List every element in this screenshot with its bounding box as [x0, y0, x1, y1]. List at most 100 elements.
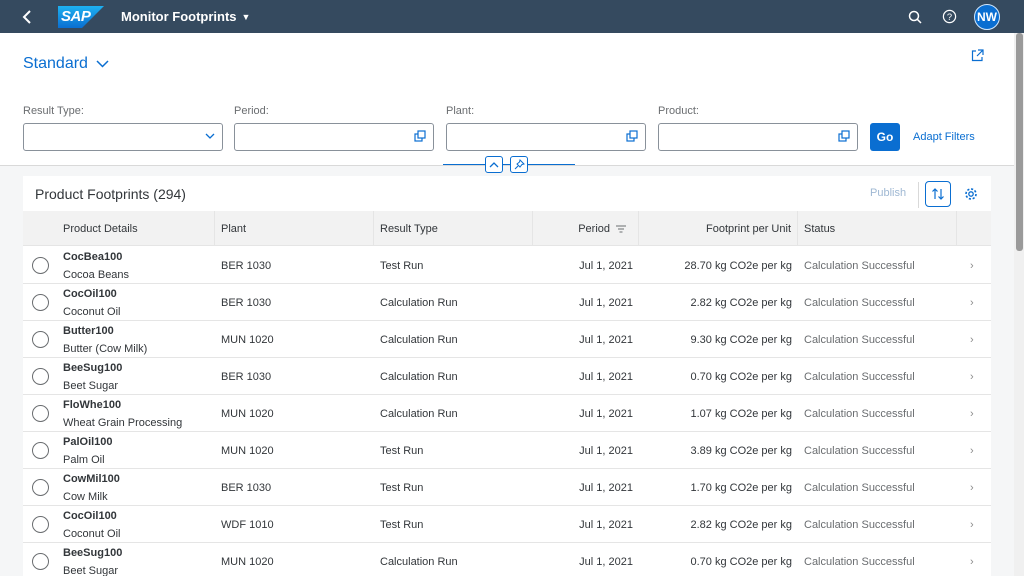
product-input[interactable]	[658, 123, 858, 151]
result-type-cell: Calculation Run	[380, 371, 458, 383]
caret-down-icon: ▼	[241, 11, 251, 22]
period-cell: Jul 1, 2021	[579, 445, 633, 457]
table-row[interactable]: PalOil100 Palm Oil MUN 1020 Test Run Jul…	[23, 432, 991, 469]
footprint-cell: 1.70 kg CO2e per kg	[690, 482, 792, 494]
row-select-radio[interactable]	[32, 479, 49, 496]
value-help-icon[interactable]	[414, 130, 427, 143]
column-header-label: Status	[804, 222, 836, 235]
product-id: CocOil100	[63, 510, 117, 522]
chevron-down-icon[interactable]	[204, 130, 216, 142]
help-icon[interactable]: ?	[940, 8, 958, 26]
result-type-select[interactable]	[23, 123, 223, 151]
page-scrollbar[interactable]	[1014, 33, 1024, 576]
column-header-result-type[interactable]: Result Type	[374, 211, 533, 246]
period-cell: Jul 1, 2021	[579, 482, 633, 494]
user-avatar[interactable]: NW	[974, 3, 1000, 30]
column-header-label: Product Details	[63, 222, 138, 235]
filter-label: Result Type:	[23, 105, 84, 117]
product-id: CocOil100	[63, 288, 117, 300]
filter-label: Plant:	[446, 105, 475, 117]
search-icon[interactable]	[906, 8, 924, 26]
table-row[interactable]: CowMil100 Cow Milk BER 1030 Test Run Jul…	[23, 469, 991, 506]
navigate-chevron-icon[interactable]: ›	[970, 334, 974, 346]
sort-descending-icon	[616, 225, 626, 232]
plant-cell: WDF 1010	[221, 519, 274, 531]
table-row[interactable]: CocOil100 Coconut Oil WDF 1010 Test Run …	[23, 506, 991, 543]
value-help-icon[interactable]	[838, 130, 851, 143]
table-row[interactable]: CocBea100 Cocoa Beans BER 1030 Test Run …	[23, 247, 991, 284]
pin-header-button[interactable]	[510, 156, 528, 173]
row-select-radio[interactable]	[32, 405, 49, 422]
plant-cell: MUN 1020	[221, 334, 274, 346]
navigate-chevron-icon[interactable]: ›	[970, 408, 974, 420]
navigate-chevron-icon[interactable]: ›	[970, 371, 974, 383]
column-header-label: Result Type	[380, 222, 438, 235]
status-cell: Calculation Successful	[804, 482, 915, 494]
status-cell: Calculation Successful	[804, 519, 915, 531]
period-cell: Jul 1, 2021	[579, 556, 633, 568]
row-select-radio[interactable]	[32, 553, 49, 570]
column-header-label: Footprint per Unit	[706, 222, 791, 235]
product-description: Coconut Oil	[63, 528, 121, 540]
table-row[interactable]: BeeSug100 Beet Sugar BER 1030 Calculatio…	[23, 358, 991, 395]
row-select-radio[interactable]	[32, 516, 49, 533]
row-select-radio[interactable]	[32, 294, 49, 311]
filter-period: Period:	[234, 105, 434, 151]
footprint-cell: 0.70 kg CO2e per kg	[690, 371, 792, 383]
table-row[interactable]: Butter100 Butter (Cow Milk) MUN 1020 Cal…	[23, 321, 991, 358]
navigate-chevron-icon[interactable]: ›	[970, 482, 974, 494]
result-type-cell: Calculation Run	[380, 297, 458, 309]
plant-cell: MUN 1020	[221, 408, 274, 420]
navigate-chevron-icon[interactable]: ›	[970, 445, 974, 457]
navigate-chevron-icon[interactable]: ›	[970, 297, 974, 309]
scrollbar-thumb[interactable]	[1016, 33, 1023, 251]
row-select-radio[interactable]	[32, 442, 49, 459]
plant-input[interactable]	[446, 123, 646, 151]
table-row[interactable]: FloWhe100 Wheat Grain Processing MUN 102…	[23, 395, 991, 432]
row-select-radio[interactable]	[32, 331, 49, 348]
period-cell: Jul 1, 2021	[579, 260, 633, 272]
period-cell: Jul 1, 2021	[579, 371, 633, 383]
sort-button[interactable]	[925, 181, 951, 207]
navigate-chevron-icon[interactable]: ›	[970, 556, 974, 568]
chevron-up-icon	[489, 162, 499, 168]
column-header-period[interactable]: Period	[533, 211, 639, 246]
back-arrow-icon	[22, 9, 31, 24]
adapt-filters-link[interactable]: Adapt Filters	[913, 131, 975, 143]
column-header-status[interactable]: Status	[798, 211, 957, 246]
product-description: Beet Sugar	[63, 380, 119, 392]
row-select-radio[interactable]	[32, 257, 49, 274]
navigate-chevron-icon[interactable]: ›	[970, 519, 974, 531]
column-header-product-details[interactable]: Product Details	[23, 211, 215, 246]
back-button[interactable]	[22, 9, 52, 24]
gear-icon	[965, 188, 977, 200]
product-description: Butter (Cow Milk)	[63, 343, 148, 355]
app-title-menu[interactable]: Monitor Footprints ▼	[121, 9, 250, 24]
collapse-header-button[interactable]	[485, 156, 503, 173]
variant-label: Standard	[23, 55, 88, 72]
column-header-label: Period	[578, 222, 610, 235]
navigate-chevron-icon[interactable]: ›	[970, 260, 974, 272]
row-select-radio[interactable]	[32, 368, 49, 385]
status-cell: Calculation Successful	[804, 408, 915, 420]
result-type-cell: Test Run	[380, 482, 424, 494]
variant-selector[interactable]: Standard	[23, 55, 109, 73]
table-settings-button[interactable]	[961, 184, 981, 204]
footprint-cell: 1.07 kg CO2e per kg	[690, 408, 792, 420]
period-input[interactable]	[234, 123, 434, 151]
column-header-plant[interactable]: Plant	[215, 211, 374, 246]
table-row[interactable]: CocOil100 Coconut Oil BER 1030 Calculati…	[23, 284, 991, 321]
column-header-label: Plant	[221, 222, 247, 235]
app-title: Monitor Footprints	[121, 9, 237, 24]
status-cell: Calculation Successful	[804, 556, 915, 568]
sort-icon	[932, 188, 944, 200]
table-row[interactable]: BeeSug100 Beet Sugar MUN 1020 Calculatio…	[23, 543, 991, 576]
result-type-cell: Test Run	[380, 519, 424, 531]
publish-button[interactable]: Publish	[870, 187, 906, 199]
share-icon[interactable]	[971, 49, 984, 65]
go-button[interactable]: Go	[870, 123, 900, 151]
column-header-footprint[interactable]: Footprint per Unit	[639, 211, 798, 246]
value-help-icon[interactable]	[626, 130, 639, 143]
filter-header: Standard Result Type: Period: Plant: Pro…	[0, 33, 1014, 173]
result-type-cell: Test Run	[380, 445, 424, 457]
